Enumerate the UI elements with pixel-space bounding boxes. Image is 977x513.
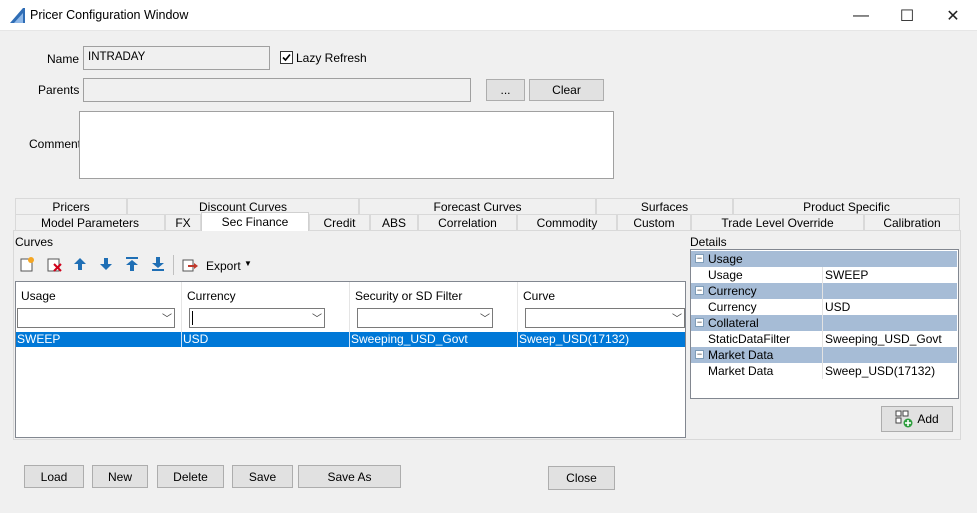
- parents-field[interactable]: [83, 78, 471, 102]
- move-down-icon[interactable]: [97, 255, 115, 273]
- chevron-down-icon: ﹀: [672, 314, 682, 325]
- tab-sec-finance[interactable]: Sec Finance: [201, 212, 309, 231]
- tab-calibration[interactable]: Calibration: [864, 214, 960, 230]
- tab-trade-level-override[interactable]: Trade Level Override: [691, 214, 864, 230]
- property-row[interactable]: StaticDataFilter Sweeping_USD_Govt: [691, 331, 957, 347]
- tab-product-specific[interactable]: Product Specific: [733, 198, 960, 214]
- curve-filter[interactable]: ﹀: [525, 308, 685, 328]
- new-button[interactable]: New: [92, 465, 148, 488]
- collapse-icon[interactable]: −: [695, 286, 704, 295]
- move-bottom-icon[interactable]: [149, 255, 167, 273]
- column-header-usage[interactable]: Usage ﹀: [16, 282, 182, 332]
- property-row[interactable]: Usage SWEEP: [691, 267, 957, 283]
- security-filter[interactable]: ﹀: [357, 308, 493, 328]
- collapse-icon[interactable]: −: [695, 350, 704, 359]
- cell-usage: SWEEP: [16, 332, 182, 347]
- tabs-row-2: Model Parameters FX Sec Finance Credit A…: [15, 212, 960, 231]
- browse-parents-button[interactable]: ...: [486, 79, 525, 101]
- column-header-curve[interactable]: Curve ﹀: [518, 282, 685, 332]
- usage-filter[interactable]: ﹀: [17, 308, 175, 328]
- cell-curve: Sweep_USD(17132): [519, 332, 630, 346]
- move-up-icon[interactable]: [71, 255, 89, 273]
- maximize-button[interactable]: ☐: [884, 0, 930, 31]
- tab-pricers[interactable]: Pricers: [15, 198, 127, 214]
- checkmark-icon: [282, 53, 291, 62]
- property-row[interactable]: Market Data Sweep_USD(17132): [691, 363, 957, 379]
- delete-row-icon[interactable]: [45, 255, 63, 273]
- chevron-down-icon: ﹀: [480, 314, 490, 325]
- curves-toolbar: Export ▼: [18, 255, 288, 275]
- export-button[interactable]: Export ▼: [182, 255, 254, 275]
- close-button[interactable]: Close: [548, 466, 615, 490]
- group-usage[interactable]: − Usage: [691, 251, 957, 267]
- title-bar: Pricer Configuration Window — ☐ ✕: [0, 0, 977, 31]
- chevron-down-icon: ﹀: [312, 314, 322, 325]
- tab-surfaces[interactable]: Surfaces: [596, 198, 733, 214]
- comment-textarea[interactable]: [79, 111, 614, 179]
- close-window-button[interactable]: ✕: [930, 0, 976, 31]
- delete-button[interactable]: Delete: [157, 465, 224, 488]
- tab-fx[interactable]: FX: [165, 214, 201, 230]
- add-button[interactable]: Add: [881, 406, 953, 432]
- chevron-down-icon: ▼: [244, 259, 252, 268]
- property-row[interactable]: Currency USD: [691, 299, 957, 315]
- curves-grid: Usage ﹀ Currency ﹀ Security or SD Filter…: [15, 281, 686, 438]
- save-as-button[interactable]: Save As: [298, 465, 401, 488]
- toolbar-divider: [173, 255, 174, 275]
- tab-correlation[interactable]: Correlation: [418, 214, 517, 230]
- name-field[interactable]: INTRADAY: [83, 46, 270, 70]
- collapse-icon[interactable]: −: [695, 318, 704, 327]
- tab-custom[interactable]: Custom: [617, 214, 691, 230]
- tab-commodity[interactable]: Commodity: [517, 214, 617, 230]
- group-currency[interactable]: − Currency: [691, 283, 957, 299]
- currency-filter[interactable]: ﹀: [189, 308, 325, 328]
- lazy-refresh-label: Lazy Refresh: [296, 51, 367, 65]
- cell-currency: USD: [182, 332, 350, 347]
- minimize-button[interactable]: —: [838, 0, 884, 31]
- app-logo-icon: [10, 8, 25, 23]
- column-divider: [822, 267, 823, 379]
- export-icon: [182, 259, 198, 272]
- tabs-row-1: Pricers Discount Curves Forecast Curves …: [15, 198, 960, 214]
- curves-label: Curves: [15, 235, 54, 249]
- move-top-icon[interactable]: [123, 255, 141, 273]
- tab-forecast-curves[interactable]: Forecast Curves: [359, 198, 596, 214]
- column-header-currency[interactable]: Currency ﹀: [182, 282, 350, 332]
- column-header-security-filter[interactable]: Security or SD Filter ﹀: [350, 282, 518, 332]
- add-icon: [895, 410, 913, 428]
- text-cursor: [192, 311, 193, 325]
- chevron-down-icon: ﹀: [162, 314, 172, 325]
- lazy-refresh-checkbox[interactable]: [280, 51, 293, 64]
- group-collateral[interactable]: − Collateral: [691, 315, 957, 331]
- cell-security-filter: Sweeping_USD_Govt: [350, 332, 518, 347]
- name-label: Name: [47, 52, 80, 66]
- save-button[interactable]: Save: [232, 465, 293, 488]
- window-title: Pricer Configuration Window: [30, 8, 189, 22]
- details-property-grid: − Usage Usage SWEEP − Currency Currency …: [690, 249, 959, 399]
- parents-label: Parents: [38, 83, 80, 97]
- table-row[interactable]: SWEEP USD Sweeping_USD_Govt Sweep_USD(17…: [16, 332, 685, 347]
- comment-label: Comment: [29, 137, 82, 151]
- tab-abs[interactable]: ABS: [370, 214, 418, 230]
- load-button[interactable]: Load: [24, 465, 84, 488]
- group-market-data[interactable]: − Market Data: [691, 347, 957, 363]
- tab-model-parameters[interactable]: Model Parameters: [15, 214, 165, 230]
- tab-credit[interactable]: Credit: [309, 214, 370, 230]
- details-label: Details: [690, 235, 727, 249]
- clear-button[interactable]: Clear: [529, 79, 604, 101]
- export-label: Export: [206, 259, 241, 273]
- collapse-icon[interactable]: −: [695, 254, 704, 263]
- new-row-icon[interactable]: [18, 255, 36, 273]
